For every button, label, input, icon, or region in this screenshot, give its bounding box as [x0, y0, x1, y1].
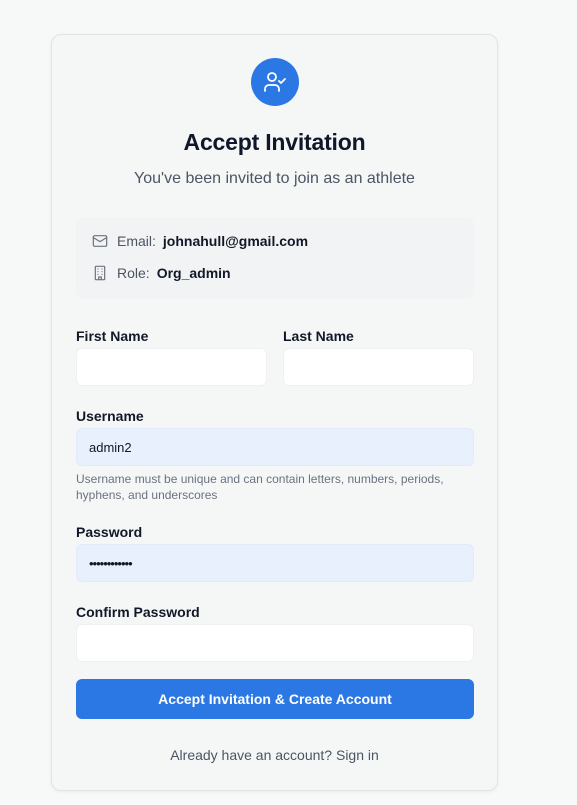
page-subtitle: You've been invited to join as an athlet… [134, 170, 415, 187]
signin-link[interactable]: Sign in [336, 747, 379, 763]
password-input[interactable]: •••••••••••• [76, 544, 474, 582]
email-value: johnahull@gmail.com [162, 233, 309, 249]
page-title: Accept Invitation [183, 129, 366, 155]
signin-prompt-text: Already have an account? [170, 747, 333, 763]
password-label: Password [76, 524, 143, 540]
confirm-password-input[interactable] [76, 624, 474, 662]
last-name-label: Last Name [283, 328, 354, 344]
role-label: Role: [117, 265, 150, 281]
first-name-label: First Name [76, 328, 149, 344]
building-icon [92, 265, 108, 281]
role-value: Org_admin [156, 265, 231, 281]
mail-icon [92, 233, 108, 249]
accept-invitation-button[interactable]: Accept Invitation & Create Account [76, 679, 474, 719]
email-row: Email: johnahull@gmail.com [92, 233, 308, 249]
username-hint: Username must be unique and can contain … [76, 472, 444, 502]
confirm-password-label: Confirm Password [76, 604, 200, 620]
user-check-icon [251, 58, 299, 106]
signin-prompt: Already have an account? Sign in [52, 747, 497, 763]
invitation-card: Accept Invitation You've been invited to… [51, 34, 498, 791]
username-label: Username [76, 408, 144, 424]
username-input[interactable]: admin2 [76, 428, 474, 466]
invite-info-box: Email: johnahull@gmail.com Role: Org_adm… [76, 217, 474, 299]
first-name-input[interactable] [76, 348, 267, 386]
last-name-input[interactable] [283, 348, 474, 386]
role-row: Role: Org_admin [92, 265, 231, 281]
email-label: Email: [117, 233, 156, 249]
